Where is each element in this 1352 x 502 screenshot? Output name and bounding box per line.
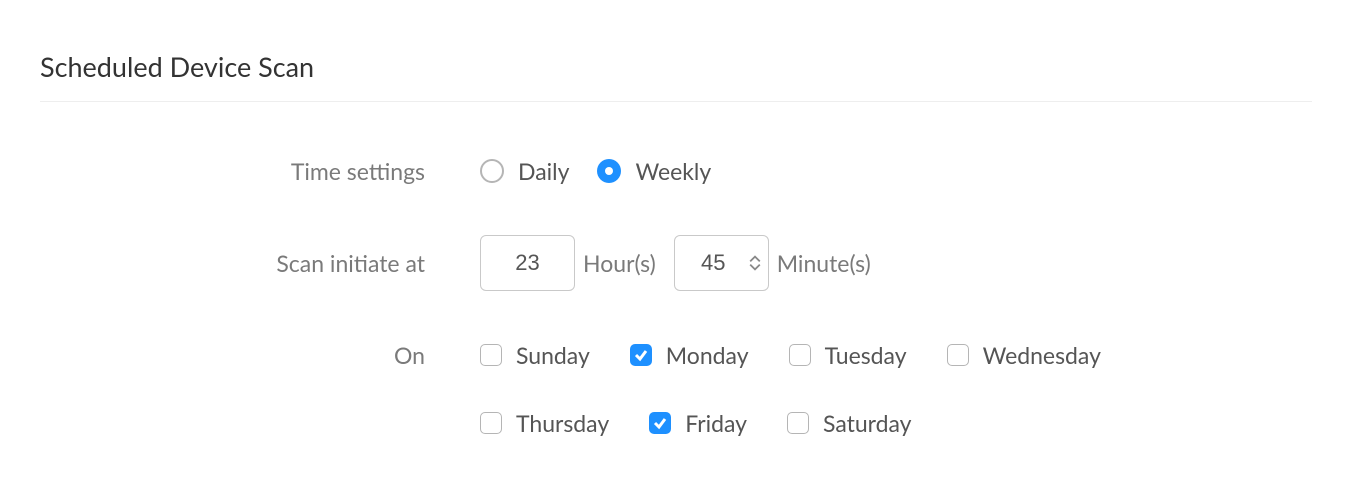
time-settings-label: Time settings <box>40 157 480 185</box>
scan-initiate-row: Scan initiate at Hour(s) Minute(s) <box>40 235 1312 291</box>
checkbox-box-icon <box>630 344 652 366</box>
checkbox-box-icon <box>480 344 502 366</box>
radio-weekly[interactable]: Weekly <box>597 157 711 185</box>
checkbox-monday-label: Monday <box>666 341 749 369</box>
scan-initiate-label: Scan initiate at <box>40 249 480 277</box>
checkbox-sunday-label: Sunday <box>516 341 590 369</box>
on-label: On <box>40 341 480 369</box>
checkbox-box-icon <box>789 344 811 366</box>
checkbox-tuesday-label: Tuesday <box>825 341 907 369</box>
radio-weekly-label: Weekly <box>635 157 711 185</box>
radio-daily[interactable]: Daily <box>480 157 569 185</box>
checkbox-friday-label: Friday <box>685 409 747 437</box>
section-title: Scheduled Device Scan <box>40 50 1312 102</box>
chevron-down-icon <box>749 263 761 271</box>
radio-circle-icon <box>480 159 504 183</box>
checkbox-tuesday[interactable]: Tuesday <box>789 341 907 369</box>
check-icon <box>653 416 667 430</box>
checkbox-saturday[interactable]: Saturday <box>787 409 911 437</box>
hour-input[interactable] <box>480 235 575 291</box>
check-icon <box>634 348 648 362</box>
checkbox-box-icon <box>947 344 969 366</box>
checkbox-thursday[interactable]: Thursday <box>480 409 609 437</box>
checkbox-box-icon <box>787 412 809 434</box>
checkbox-friday[interactable]: Friday <box>649 409 747 437</box>
minute-stepper[interactable] <box>749 255 761 271</box>
scheduled-device-scan-section: Scheduled Device Scan Time settings Dail… <box>0 0 1352 477</box>
checkbox-box-icon <box>480 412 502 434</box>
checkbox-wednesday-label: Wednesday <box>983 341 1101 369</box>
scan-initiate-controls: Hour(s) Minute(s) <box>480 235 889 291</box>
checkbox-thursday-label: Thursday <box>516 409 609 437</box>
chevron-up-icon <box>749 255 761 263</box>
checkbox-saturday-label: Saturday <box>823 409 911 437</box>
radio-circle-icon <box>597 159 621 183</box>
days-group: Sunday Monday Tuesday Wednesday <box>480 341 1240 437</box>
hour-unit-label: Hour(s) <box>583 249 656 277</box>
radio-daily-label: Daily <box>518 157 569 185</box>
checkbox-sunday[interactable]: Sunday <box>480 341 590 369</box>
minute-unit-label: Minute(s) <box>777 249 871 277</box>
time-settings-row: Time settings Daily Weekly <box>40 157 1312 185</box>
checkbox-wednesday[interactable]: Wednesday <box>947 341 1101 369</box>
time-settings-radio-group: Daily Weekly <box>480 157 711 185</box>
on-days-row: On Sunday Monday Tuesday <box>40 341 1312 437</box>
checkbox-box-icon <box>649 412 671 434</box>
checkbox-monday[interactable]: Monday <box>630 341 749 369</box>
